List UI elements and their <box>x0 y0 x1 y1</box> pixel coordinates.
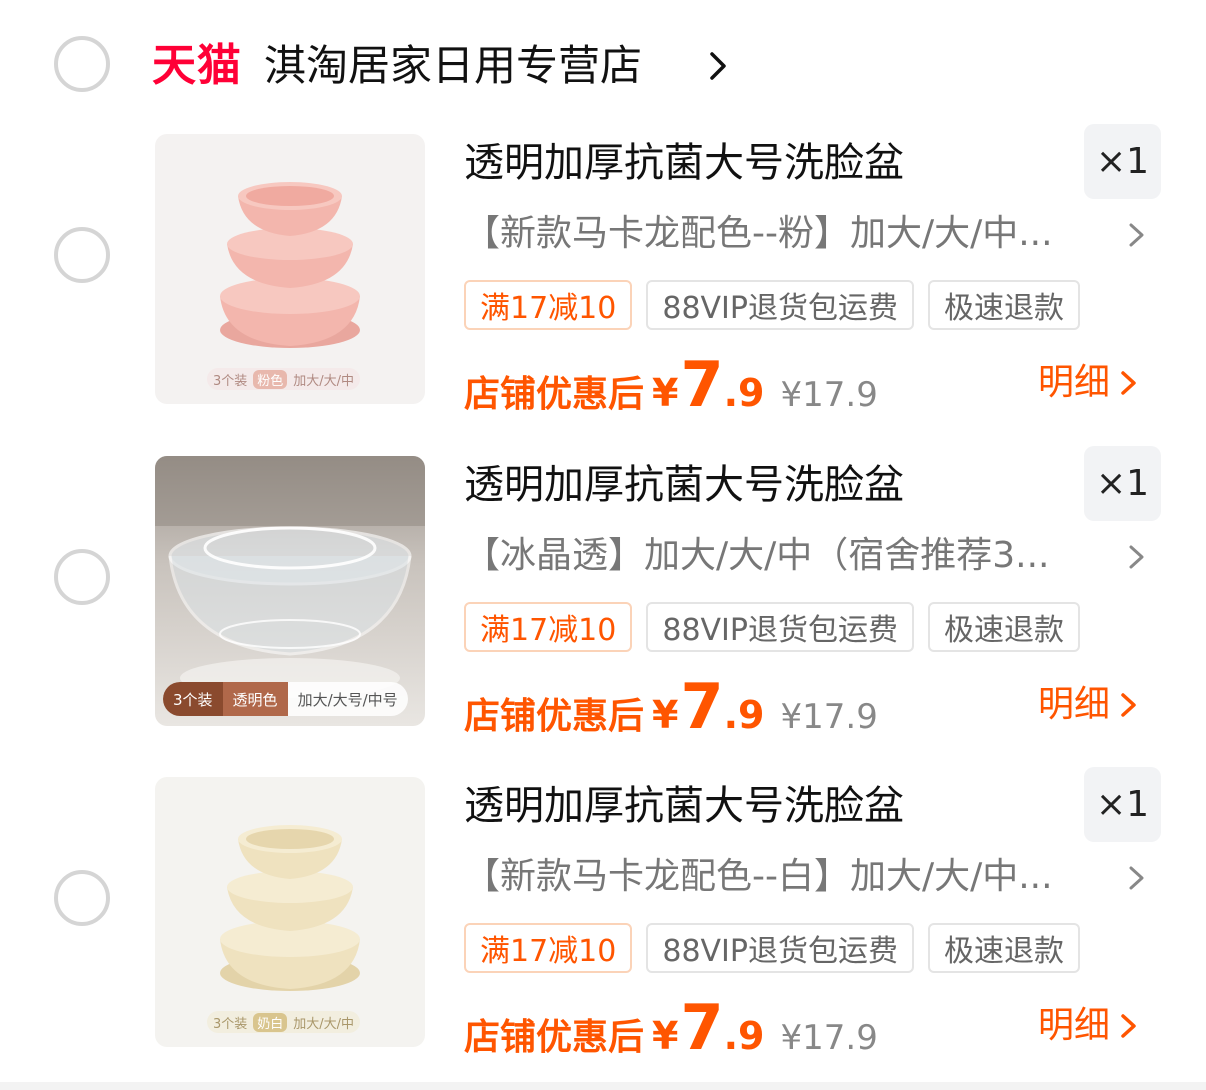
quantity-button[interactable]: ×1 <box>1084 767 1161 842</box>
original-price: ¥17.9 <box>780 1018 878 1058</box>
price-label: 店铺优惠后 <box>464 1017 645 1058</box>
service-tag: 极速退款 <box>928 280 1080 330</box>
promo-tags: 满17减10 88VIP退货包运费 极速退款 <box>464 280 1080 330</box>
item-select-radio[interactable] <box>54 870 110 926</box>
price-label: 店铺优惠后 <box>464 374 645 415</box>
chevron-right-icon <box>1121 371 1136 395</box>
store-header: 天猫 淇淘居家日用专营店 <box>0 0 1206 124</box>
bowls-image <box>220 182 360 348</box>
image-sticker: 3个装 奶白 加大/大/中 <box>207 1011 361 1033</box>
price-currency: ¥ <box>652 1014 679 1058</box>
tmall-logo: 天猫 <box>152 40 242 91</box>
product-title[interactable]: 透明加厚抗菌大号洗脸盆 <box>464 777 904 835</box>
cart-item: 3个装 粉色 加大/大/中 透明加厚抗菌大号洗脸盆 ×1 【新款马卡龙配色--粉… <box>0 120 1206 421</box>
chevron-right-icon[interactable] <box>1128 863 1146 893</box>
cart-item: 3个装 透明色 加大/大号/中号 透明加厚抗菌大号洗脸盆 ×1 【冰晶透】加大/… <box>0 442 1206 743</box>
price-currency: ¥ <box>652 371 679 415</box>
promo-tags: 满17减10 88VIP退货包运费 极速退款 <box>464 923 1080 973</box>
price-currency: ¥ <box>652 693 679 737</box>
detail-label: 明细 <box>1038 684 1111 725</box>
sticker-text: 透明色 <box>222 682 288 716</box>
price-row: 店铺优惠后 ¥ 7 .9 ¥17.9 <box>464 991 878 1064</box>
sticker-text: 加大/大/中 <box>293 1016 355 1032</box>
original-price: ¥17.9 <box>780 697 878 737</box>
sticker-text: 3个装 <box>163 682 223 716</box>
image-sticker: 3个装 粉色 加大/大/中 <box>207 368 361 390</box>
sticker-text: 粉色 <box>253 369 288 389</box>
price-label: 店铺优惠后 <box>464 696 645 737</box>
sticker-text: 奶白 <box>253 1012 288 1032</box>
service-tag: 88VIP退货包运费 <box>646 602 914 652</box>
promo-tag: 满17减10 <box>464 923 633 973</box>
price-detail-link[interactable]: 明细 <box>1038 1001 1138 1051</box>
price-integer: 7 <box>680 348 724 421</box>
detail-label: 明细 <box>1038 1005 1111 1046</box>
chevron-right-icon[interactable] <box>1128 542 1146 572</box>
bottom-divider <box>0 1082 1206 1090</box>
chevron-right-icon[interactable] <box>706 44 732 88</box>
store-name-link[interactable]: 淇淘居家日用专营店 <box>264 38 642 94</box>
cart-item: 3个装 奶白 加大/大/中 透明加厚抗菌大号洗脸盆 ×1 【新款马卡龙配色--白… <box>0 763 1206 1064</box>
price-detail-link[interactable]: 明细 <box>1038 680 1138 730</box>
promo-tags: 满17减10 88VIP退货包运费 极速退款 <box>464 602 1080 652</box>
bowls-image <box>220 825 360 991</box>
product-thumbnail[interactable]: 3个装 奶白 加大/大/中 <box>155 777 425 1047</box>
price-row: 店铺优惠后 ¥ 7 .9 ¥17.9 <box>464 670 878 743</box>
original-price: ¥17.9 <box>780 375 878 415</box>
chevron-right-icon <box>1121 1014 1136 1038</box>
chevron-right-icon <box>1121 693 1136 717</box>
chevron-right-icon[interactable] <box>1128 220 1146 250</box>
sticker-text: 3个装 <box>213 1016 248 1032</box>
promo-tag: 满17减10 <box>464 280 633 330</box>
image-sticker: 3个装 透明色 加大/大号/中号 <box>163 682 408 716</box>
price-detail-link[interactable]: 明细 <box>1038 358 1138 408</box>
service-tag: 极速退款 <box>928 923 1080 973</box>
product-title[interactable]: 透明加厚抗菌大号洗脸盆 <box>464 134 904 192</box>
price-integer: 7 <box>680 670 724 743</box>
sticker-text: 加大/大/中 <box>293 373 355 389</box>
price-integer: 7 <box>680 991 724 1064</box>
product-title[interactable]: 透明加厚抗菌大号洗脸盆 <box>464 456 904 514</box>
promo-tag: 满17减10 <box>464 602 633 652</box>
price-row: 店铺优惠后 ¥ 7 .9 ¥17.9 <box>464 348 878 421</box>
quantity-button[interactable]: ×1 <box>1084 446 1161 521</box>
price-decimal: .9 <box>723 1014 765 1058</box>
service-tag: 极速退款 <box>928 602 1080 652</box>
sticker-text: 3个装 <box>213 373 248 389</box>
sku-selector[interactable]: 【新款马卡龙配色--粉】加大/大/中... <box>464 206 1114 262</box>
sku-selector[interactable]: 【新款马卡龙配色--白】加大/大/中... <box>464 849 1114 905</box>
price-decimal: .9 <box>723 371 765 415</box>
price-decimal: .9 <box>723 693 765 737</box>
sku-selector[interactable]: 【冰晶透】加大/大/中（宿舍推荐3... <box>464 528 1114 584</box>
product-thumbnail[interactable]: 3个装 透明色 加大/大号/中号 <box>155 456 425 726</box>
product-thumbnail[interactable]: 3个装 粉色 加大/大/中 <box>155 134 425 404</box>
service-tag: 88VIP退货包运费 <box>646 280 914 330</box>
sticker-text: 加大/大号/中号 <box>297 690 398 709</box>
quantity-button[interactable]: ×1 <box>1084 124 1161 199</box>
detail-label: 明细 <box>1038 362 1111 403</box>
service-tag: 88VIP退货包运费 <box>646 923 914 973</box>
store-select-radio[interactable] <box>54 36 110 92</box>
item-select-radio[interactable] <box>54 549 110 605</box>
item-select-radio[interactable] <box>54 227 110 283</box>
